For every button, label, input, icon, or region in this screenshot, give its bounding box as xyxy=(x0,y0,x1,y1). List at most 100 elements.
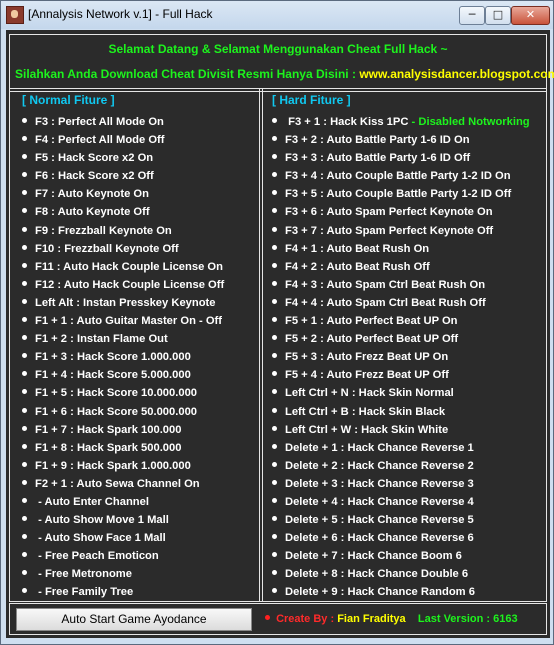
feature-item: F3 + 2 : Auto Battle Party 1-6 ID On xyxy=(272,131,530,149)
feature-item: F2 + 1 : Auto Sewa Channel On xyxy=(22,475,224,493)
feature-label: F8 : Auto Keynote Off xyxy=(35,206,150,219)
bullet-icon xyxy=(272,371,277,377)
feature-label: F1 + 5 : Hack Score 10.000.000 xyxy=(35,387,198,400)
bullet-icon xyxy=(272,244,277,250)
normal-feature-list: F3 : Perfect All Mode On F4 : Perfect All… xyxy=(22,113,224,602)
feature-item: F5 : Hack Score x2 On xyxy=(22,149,224,167)
download-text: Silahkan Anda Download Cheat Divisit Res… xyxy=(15,67,554,81)
bullet-icon xyxy=(22,371,27,377)
feature-item: - Free Peach Emoticon xyxy=(22,547,224,565)
bullet-icon xyxy=(272,425,277,431)
bullet-icon xyxy=(22,154,27,160)
feature-item: F3 + 3 : Auto Battle Party 1-6 ID Off xyxy=(272,149,530,167)
feature-label: F4 : Perfect All Mode Off xyxy=(35,134,165,147)
bullet-icon xyxy=(22,208,27,214)
feature-label: F3 + 3 : Auto Battle Party 1-6 ID Off xyxy=(285,152,471,165)
feature-item: F1 + 1 : Auto Guitar Master On - Off xyxy=(22,312,224,330)
feature-label: F3 : Perfect All Mode On xyxy=(35,116,164,128)
bullet-icon xyxy=(272,407,277,413)
bullet-icon xyxy=(22,425,27,431)
feature-item: F3 + 6 : Auto Spam Perfect Keynote On xyxy=(272,203,530,221)
feature-label: F3 + 2 : Auto Battle Party 1-6 ID On xyxy=(285,134,470,147)
bullet-icon xyxy=(272,136,277,142)
feature-label: F4 + 1 : Auto Beat Rush On xyxy=(285,242,430,255)
feature-label: F1 + 2 : Instan Flame Out xyxy=(35,333,168,346)
feature-label: F1 + 1 : Auto Guitar Master On - Off xyxy=(35,315,222,328)
bullet-icon xyxy=(272,516,277,522)
feature-label: F1 + 8 : Hack Spark 500.000 xyxy=(35,441,182,454)
feature-item: F3 + 7 : Auto Spam Perfect Keynote Off xyxy=(272,222,530,240)
feature-label: Left Alt : Instan Presskey Keynote xyxy=(35,296,216,309)
bullet-icon xyxy=(22,226,27,232)
feature-label: F6 : Hack Score x2 Off xyxy=(35,170,154,183)
bullet-icon xyxy=(22,407,27,413)
version-label: Last Version : 6163 xyxy=(417,613,518,625)
feature-item: F1 + 3 : Hack Score 1.000.000 xyxy=(22,348,224,366)
bullet-icon xyxy=(272,570,277,576)
feature-label: F3 + 6 : Auto Spam Perfect Keynote On xyxy=(285,206,493,219)
bullet-icon xyxy=(22,552,27,558)
feature-item: F5 + 3 : Auto Frezz Beat UP On xyxy=(272,348,530,366)
bullet-icon xyxy=(272,317,277,323)
feature-label: - Auto Show Move 1 Mall xyxy=(35,514,169,527)
feature-item: F6 : Hack Score x2 Off xyxy=(22,167,224,185)
welcome-text: Selamat Datang & Selamat Menggunakan Che… xyxy=(108,42,448,56)
feature-label: F4 + 3 : Auto Spam Ctrl Beat Rush On xyxy=(285,278,486,291)
feature-item: Delete + 6 : Hack Chance Reverse 6 xyxy=(272,529,530,547)
normal-feature-title: [ Normal Fiture ] xyxy=(22,93,115,107)
bullet-icon xyxy=(272,588,277,594)
bullet-icon xyxy=(22,262,27,268)
feature-item: F1 + 6 : Hack Score 50.000.000 xyxy=(22,403,224,421)
feature-label: F1 + 6 : Hack Score 50.000.000 xyxy=(35,405,198,418)
feature-label: F1 + 3 : Hack Score 1.000.000 xyxy=(35,351,191,364)
feature-item: F1 + 9 : Hack Spark 1.000.000 xyxy=(22,457,224,475)
feature-item: - Auto Enter Channel xyxy=(22,493,224,511)
auto-start-button[interactable]: Auto Start Game Ayodance xyxy=(16,608,252,631)
bullet-icon xyxy=(272,154,277,160)
author-name: Fian Fraditya xyxy=(337,613,406,625)
feature-item: Delete + 8 : Hack Chance Double 6 xyxy=(272,565,530,583)
bullet-icon xyxy=(22,172,27,178)
feature-label: Delete + 7 : Hack Chance Boom 6 xyxy=(285,550,462,563)
feature-item: Delete + 2 : Hack Chance Reverse 2 xyxy=(272,457,530,475)
feature-item: - Free Family Tree xyxy=(22,583,224,601)
bullet-icon xyxy=(22,118,27,123)
close-button[interactable]: ✕ xyxy=(511,6,550,25)
feature-label: F4 + 2 : Auto Beat Rush Off xyxy=(285,260,430,273)
feature-label: Left Ctrl + N : Hack Skin Normal xyxy=(285,387,454,400)
feature-item: F4 + 4 : Auto Spam Ctrl Beat Rush Off xyxy=(272,294,530,312)
feature-label: F9 : Frezzball Keynote On xyxy=(35,224,172,237)
feature-item: F8 : Auto Keynote Off xyxy=(22,203,224,221)
hard-feature-panel: [ Hard Fiture ] F3 + 1 : Hack Kiss 1PC -… xyxy=(259,88,547,602)
bullet-icon xyxy=(22,570,27,576)
title-bar[interactable]: [Annalysis Network v.1] - Full Hack ─ □ … xyxy=(1,1,553,29)
bullet-icon xyxy=(272,262,277,268)
bullet-icon xyxy=(22,353,27,359)
feature-label: Delete + 9 : Hack Chance Random 6 xyxy=(285,586,475,599)
maximize-button[interactable]: □ xyxy=(485,6,511,25)
feature-item: F4 : Perfect All Mode Off xyxy=(22,131,224,149)
feature-item: Delete + 5 : Hack Chance Reverse 5 xyxy=(272,511,530,529)
bullet-icon xyxy=(272,479,277,485)
feature-label: F3 + 1 : Hack Kiss 1PC xyxy=(288,116,409,128)
bullet-icon xyxy=(272,190,277,196)
app-icon xyxy=(6,6,24,24)
feature-label: F5 + 1 : Auto Perfect Beat UP On xyxy=(285,315,458,328)
feature-label: F3 + 7 : Auto Spam Perfect Keynote Off xyxy=(285,224,494,237)
feature-label: F10 : Frezzball Keynote Off xyxy=(35,242,179,255)
hard-feature-list: F3 + 1 : Hack Kiss 1PC - Disabled Notwor… xyxy=(272,113,530,602)
bullet-icon xyxy=(272,497,277,503)
minimize-button[interactable]: ─ xyxy=(459,6,485,25)
feature-item: F12 : Auto Hack Couple License Off xyxy=(22,276,224,294)
feature-label: F3 + 4 : Auto Couple Battle Party 1-2 ID… xyxy=(285,170,511,183)
download-site-link[interactable]: www.analysisdancer.blogspot.com xyxy=(359,67,554,81)
feature-item: F3 + 5 : Auto Couple Battle Party 1-2 ID… xyxy=(272,185,530,203)
bullet-icon xyxy=(272,461,277,467)
feature-item: Left Ctrl + B : Hack Skin Black xyxy=(272,403,530,421)
feature-item: F4 + 1 : Auto Beat Rush On xyxy=(272,240,530,258)
feature-item: F1 + 2 : Instan Flame Out xyxy=(22,330,224,348)
feature-item: F1 + 7 : Hack Spark 100.000 xyxy=(22,421,224,439)
feature-label: F5 : Hack Score x2 On xyxy=(35,152,154,165)
feature-item: F5 + 1 : Auto Perfect Beat UP On xyxy=(272,312,530,330)
feature-item: F5 + 4 : Auto Frezz Beat UP Off xyxy=(272,366,530,384)
